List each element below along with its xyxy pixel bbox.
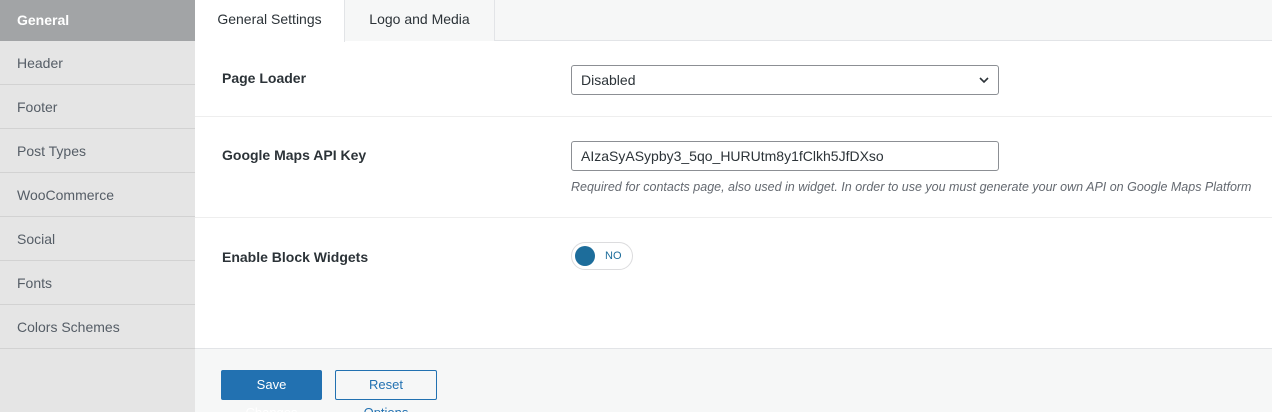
page-loader-label: Page Loader	[222, 70, 307, 86]
settings-main: General Settings Logo and Media Page Loa…	[195, 0, 1272, 412]
sidebar-item-woocommerce[interactable]: WooCommerce	[0, 173, 195, 217]
sidebar-item-fonts[interactable]: Fonts	[0, 261, 195, 305]
actions-bar: Save Changes Reset Options	[195, 348, 1272, 412]
page-loader-select[interactable]: Disabled	[571, 65, 999, 95]
block-widgets-row: Enable Block Widgets NO	[195, 218, 1272, 348]
google-maps-row: Google Maps API Key Required for contact…	[195, 117, 1272, 218]
sidebar-item-colors-schemes[interactable]: Colors Schemes	[0, 305, 195, 349]
chevron-down-icon	[979, 77, 989, 84]
sidebar-item-social[interactable]: Social	[0, 217, 195, 261]
settings-sidebar: General Header Footer Post Types WooComm…	[0, 0, 195, 412]
tab-bar: General Settings Logo and Media	[195, 0, 1272, 42]
tab-general-settings[interactable]: General Settings	[195, 0, 345, 42]
toggle-state-text: NO	[605, 250, 622, 262]
sidebar-item-header[interactable]: Header	[0, 41, 195, 85]
save-changes-button[interactable]: Save Changes	[221, 370, 322, 412]
google-maps-label: Google Maps API Key	[222, 147, 367, 163]
tab-logo-and-media[interactable]: Logo and Media	[345, 0, 495, 41]
google-maps-help-text: Required for contacts page, also used in…	[571, 180, 1252, 194]
toggle-knob	[575, 246, 595, 266]
sidebar-item-post-types[interactable]: Post Types	[0, 129, 195, 173]
google-maps-api-key-input[interactable]	[571, 141, 999, 171]
block-widgets-label: Enable Block Widgets	[222, 249, 369, 265]
page-loader-row: Page Loader Disabled	[195, 42, 1272, 117]
page-loader-value: Disabled	[581, 72, 636, 88]
sidebar-item-footer[interactable]: Footer	[0, 85, 195, 129]
sidebar-item-general[interactable]: General	[0, 0, 195, 41]
reset-options-button[interactable]: Reset Options	[335, 370, 437, 412]
block-widgets-toggle[interactable]: NO	[571, 242, 633, 270]
